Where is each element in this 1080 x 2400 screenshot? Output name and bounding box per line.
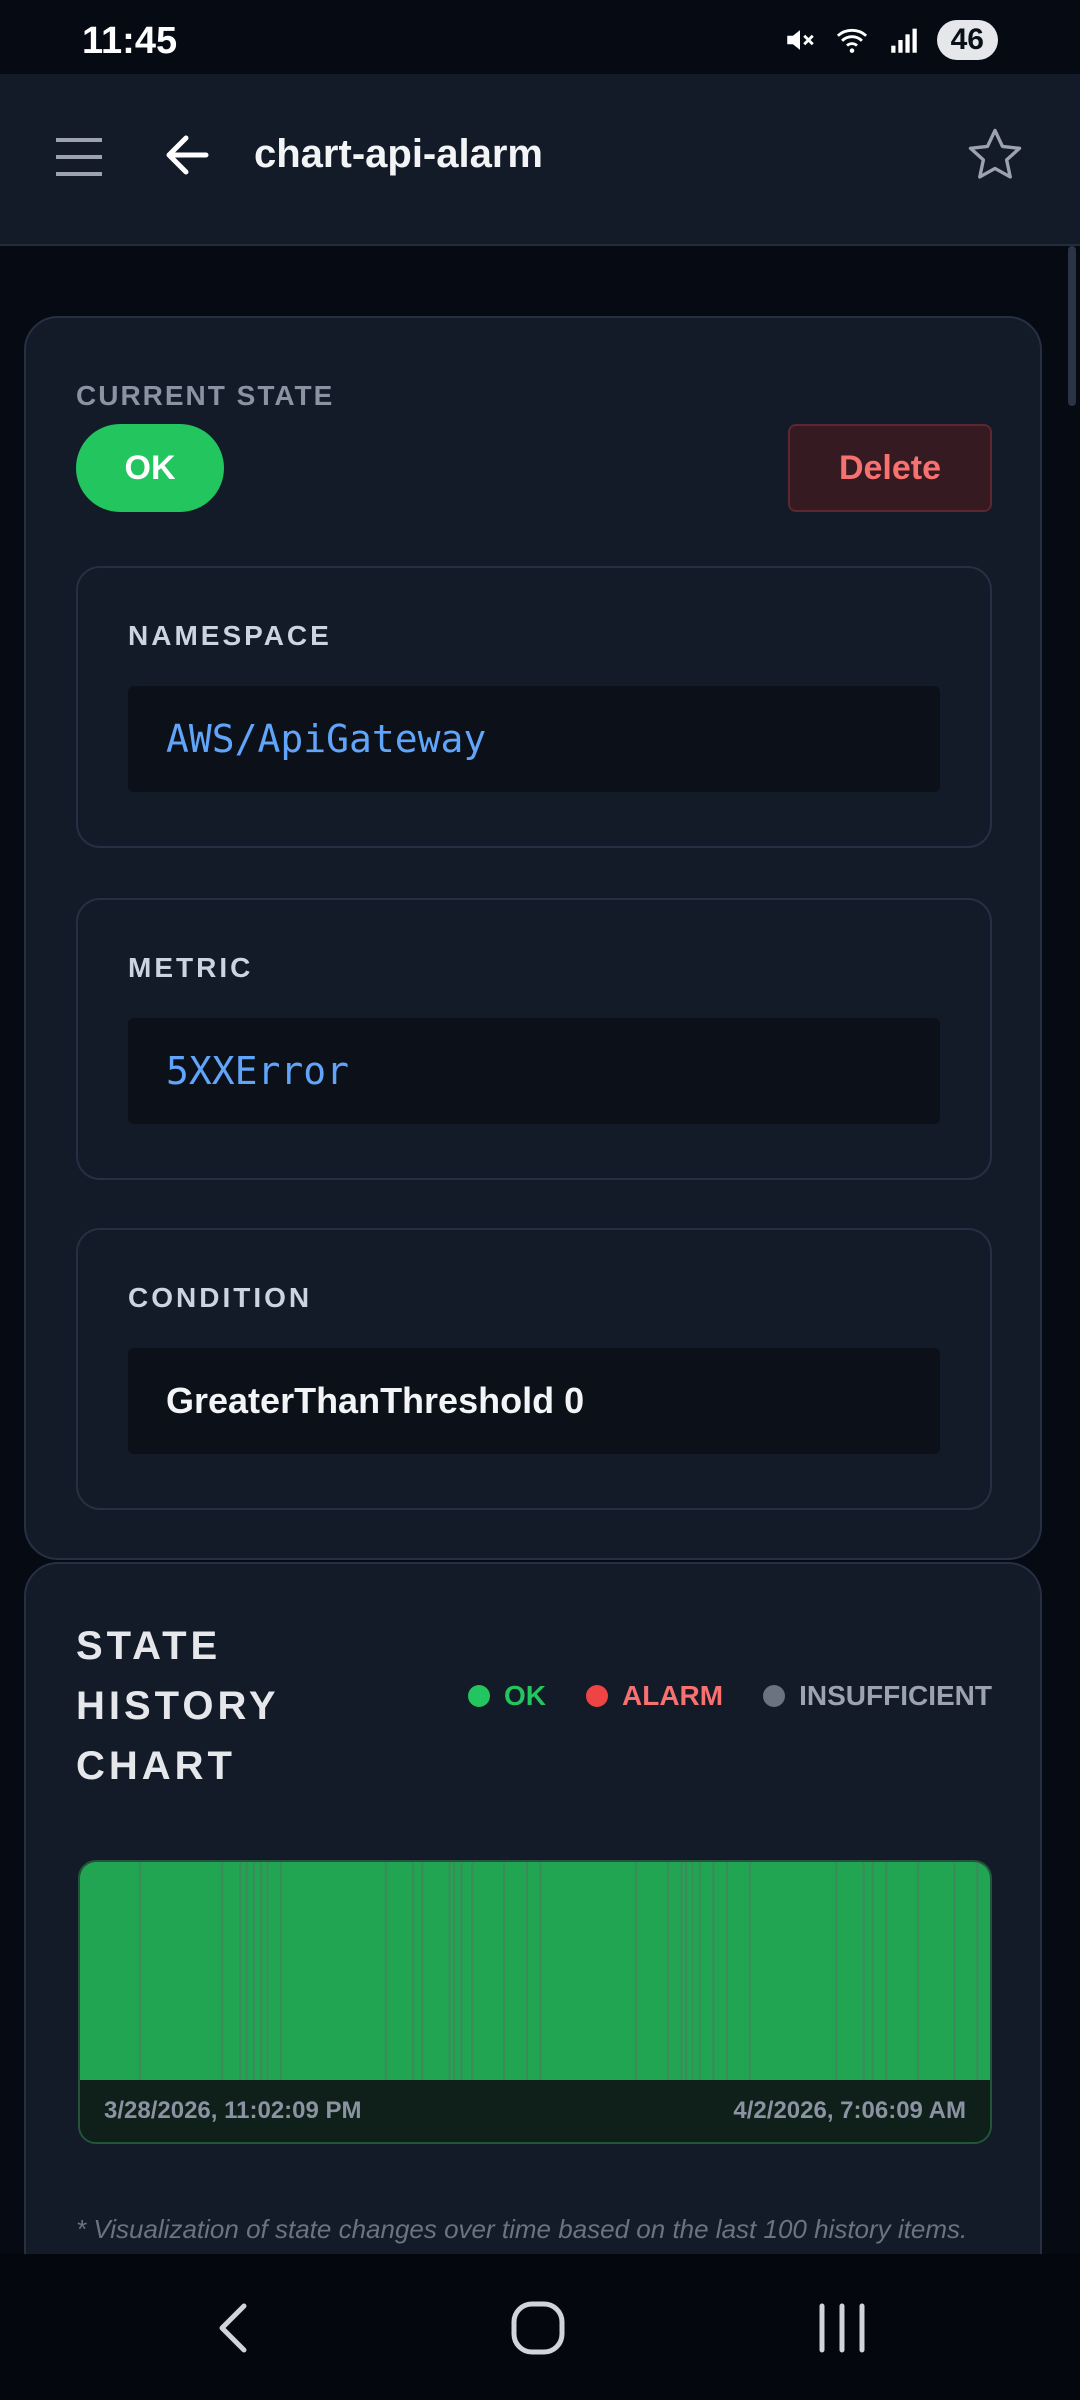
state-transition-mark bbox=[712, 1862, 715, 2080]
legend-alarm-dot bbox=[586, 1685, 609, 1707]
state-transition-mark bbox=[726, 1862, 729, 2080]
state-transition-mark bbox=[685, 1862, 688, 2080]
chart-title: STATE HISTORY CHART bbox=[76, 1624, 279, 1788]
state-transition-mark bbox=[453, 1862, 456, 2080]
state-transition-mark bbox=[748, 1862, 751, 2080]
state-transition-mark bbox=[667, 1862, 669, 2080]
legend-insufficient-dot bbox=[763, 1685, 786, 1707]
nav-back-icon[interactable] bbox=[206, 2298, 266, 2358]
status-bar: 11:45 46 bbox=[0, 0, 1080, 74]
legend-alarm: ALARM bbox=[586, 1680, 723, 1712]
legend-ok-label: OK bbox=[504, 1680, 547, 1711]
chart-legend: OK ALARM INSUFFICIENT bbox=[468, 1680, 992, 1712]
wifi-icon bbox=[836, 28, 867, 53]
star-icon[interactable] bbox=[964, 124, 1026, 186]
alarm-details-card: CURRENT STATE OK Delete NAMESPACE AWS/Ap… bbox=[24, 316, 1042, 1560]
state-transition-mark bbox=[471, 1862, 474, 2080]
back-arrow-icon[interactable] bbox=[162, 130, 212, 180]
state-badge: OK bbox=[76, 424, 224, 512]
state-transition-mark bbox=[635, 1862, 638, 2080]
state-transition-mark bbox=[953, 1862, 956, 2080]
chart-footnote: * Visualization of state changes over ti… bbox=[76, 2214, 968, 2244]
namespace-field: NAMESPACE AWS/ApiGateway bbox=[76, 566, 992, 848]
state-transition-mark bbox=[503, 1862, 506, 2080]
content-area: CURRENT STATE OK Delete NAMESPACE AWS/Ap… bbox=[0, 246, 1080, 2254]
status-time: 11:45 bbox=[82, 20, 178, 62]
state-transition-mark bbox=[239, 1862, 242, 2080]
mute-icon bbox=[786, 30, 814, 50]
state-transition-mark bbox=[862, 1862, 865, 2080]
nav-recents-icon[interactable] bbox=[812, 2298, 872, 2358]
nav-home-icon[interactable] bbox=[508, 2298, 568, 2358]
condition-label: CONDITION bbox=[128, 1282, 313, 1313]
legend-ok: OK bbox=[468, 1680, 546, 1712]
chart-time-axis: 3/28/2026, 11:02:09 PM 4/2/2026, 7:06:09… bbox=[80, 2080, 990, 2142]
chart-start-time: 3/28/2026, 11:02:09 PM bbox=[104, 2097, 362, 2124]
delete-button[interactable]: Delete bbox=[788, 424, 992, 512]
legend-insufficient: INSUFFICIENT bbox=[763, 1680, 992, 1712]
state-transition-mark bbox=[680, 1862, 683, 2080]
state-history-chart: 3/28/2026, 11:02:09 PM 4/2/2026, 7:06:09… bbox=[78, 1860, 992, 2144]
app-bar: chart-api-alarm bbox=[0, 74, 1080, 246]
metric-field: METRIC 5XXError bbox=[76, 898, 992, 1180]
ok-state-band bbox=[80, 1862, 990, 2080]
state-transition-mark bbox=[460, 1862, 463, 2080]
state-transition-mark bbox=[525, 1862, 528, 2080]
state-transition-mark bbox=[448, 1862, 451, 2080]
state-transition-mark bbox=[260, 1862, 263, 2080]
legend-alarm-label: ALARM bbox=[622, 1680, 724, 1711]
state-transition-mark bbox=[252, 1862, 255, 2080]
condition-field: CONDITION GreaterThanThreshold 0 bbox=[76, 1228, 992, 1510]
state-transition-mark bbox=[691, 1862, 694, 2080]
state-transition-mark bbox=[221, 1862, 224, 2080]
condition-value: GreaterThanThreshold 0 bbox=[128, 1348, 940, 1454]
state-transition-mark bbox=[976, 1862, 979, 2080]
signal-icon bbox=[890, 28, 917, 53]
namespace-value: AWS/ApiGateway bbox=[128, 686, 940, 792]
state-transition-mark bbox=[245, 1862, 248, 2080]
namespace-label: NAMESPACE bbox=[128, 620, 332, 651]
state-transition-mark bbox=[885, 1862, 888, 2080]
state-transition-mark bbox=[539, 1862, 542, 2080]
metric-label: METRIC bbox=[128, 952, 254, 983]
state-history-plot bbox=[80, 1862, 990, 2080]
state-transition-mark bbox=[266, 1862, 269, 2080]
state-transition-mark bbox=[871, 1862, 874, 2080]
state-transition-mark bbox=[384, 1862, 387, 2080]
page-title: chart-api-alarm bbox=[254, 132, 543, 176]
legend-ok-dot bbox=[468, 1685, 491, 1707]
state-transition-mark bbox=[917, 1862, 920, 2080]
state-transition-mark bbox=[698, 1862, 701, 2080]
state-transition-mark bbox=[139, 1862, 142, 2080]
state-transition-mark bbox=[280, 1862, 283, 2080]
menu-icon[interactable] bbox=[54, 132, 104, 182]
legend-insufficient-label: INSUFFICIENT bbox=[799, 1680, 992, 1711]
state-transition-mark bbox=[412, 1862, 415, 2080]
battery-indicator: 46 bbox=[936, 20, 998, 60]
state-transition-mark bbox=[835, 1862, 838, 2080]
chart-end-time: 4/2/2026, 7:06:09 AM bbox=[733, 2097, 966, 2124]
state-transition-mark bbox=[421, 1862, 424, 2080]
status-icons: 46 bbox=[783, 20, 998, 60]
state-history-card: STATE HISTORY CHART OK ALARM INSUFFICIEN… bbox=[24, 1562, 1042, 2254]
system-nav-bar bbox=[0, 2254, 1080, 2400]
metric-value: 5XXError bbox=[128, 1018, 940, 1124]
current-state-label: CURRENT STATE bbox=[76, 380, 335, 411]
